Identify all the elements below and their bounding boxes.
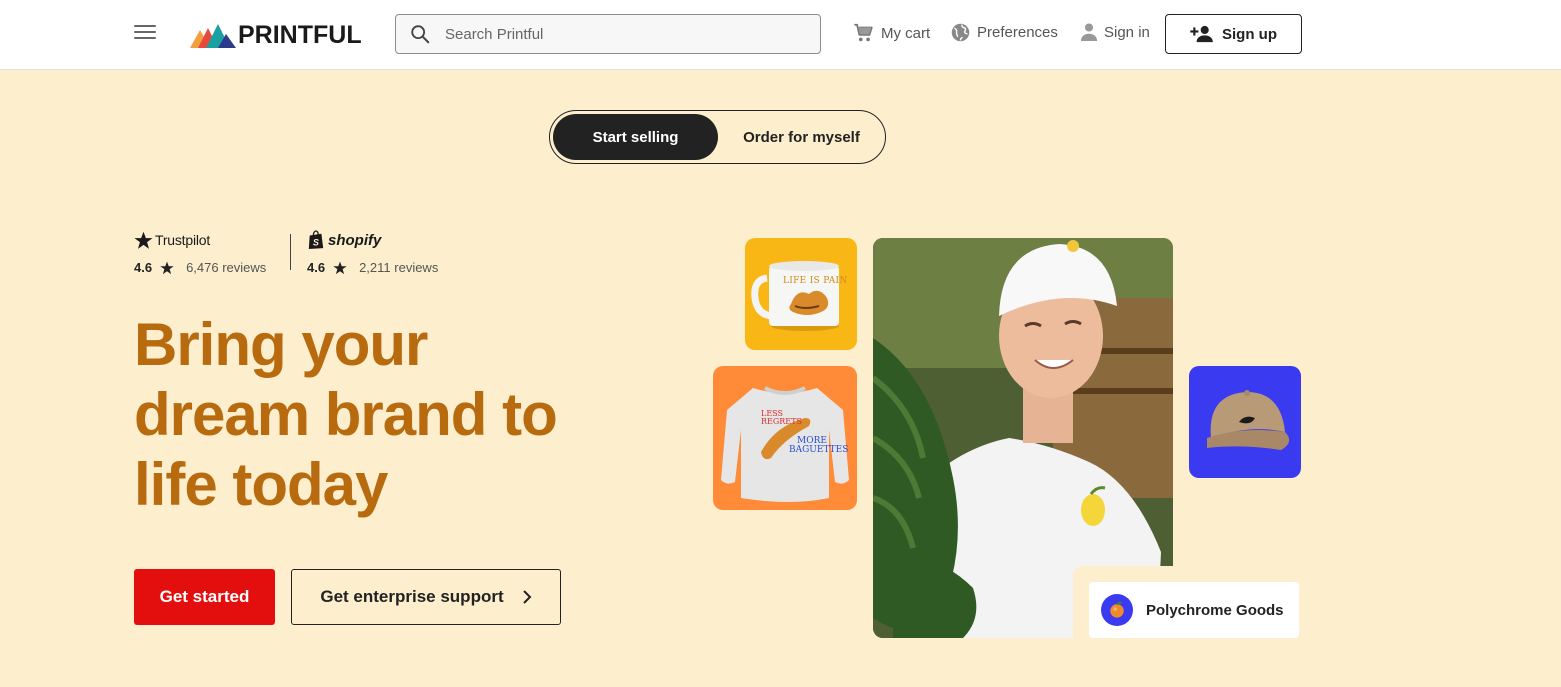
search-bar[interactable] — [395, 14, 821, 54]
mug-illustration — [751, 261, 839, 331]
star-icon — [333, 261, 347, 275]
headline-line: Bring your — [134, 311, 428, 378]
shopify-bag-icon: S — [308, 230, 324, 249]
sweatshirt-text-bottom: MORE BAGUETTES — [789, 436, 849, 455]
add-person-icon — [1190, 25, 1213, 43]
trustpilot-label: Trustpilot — [155, 232, 211, 248]
svg-text:S: S — [313, 237, 319, 247]
get-started-button[interactable]: Get started — [134, 569, 275, 625]
brand-name: Polychrome Goods — [1146, 601, 1284, 619]
person-icon — [1080, 23, 1098, 41]
star-icon — [160, 261, 174, 275]
shopify-score-row: 4.6 2,211 reviews — [307, 260, 438, 275]
signin-link[interactable]: Sign in — [1080, 22, 1150, 42]
logo-mark-icon — [190, 24, 236, 48]
enterprise-support-button[interactable]: Get enterprise support — [291, 569, 561, 625]
audience-toggle: Start selling Order for myself — [549, 110, 886, 164]
trustpilot-brand: Trustpilot — [134, 229, 266, 251]
headline-line: dream brand to — [134, 381, 558, 448]
review-divider — [290, 234, 291, 270]
menu-icon[interactable] — [134, 25, 156, 43]
cap-illustration — [1207, 390, 1290, 450]
shopify-label: shopify — [328, 231, 382, 249]
globe-icon — [951, 23, 970, 42]
printful-logo[interactable]: PRINTFUL — [190, 20, 362, 50]
logo-text: PRINTFUL — [238, 20, 362, 49]
trustpilot-score: 4.6 — [134, 260, 153, 275]
trustpilot-rating[interactable]: Trustpilot 4.6 6,476 reviews — [134, 229, 266, 275]
sweatshirt-product-image[interactable]: LESS REGRETS MORE BAGUETTES — [713, 366, 857, 510]
brand-card[interactable]: Polychrome Goods — [1089, 582, 1299, 638]
cart-link[interactable]: My cart — [852, 22, 930, 44]
shopify-rating[interactable]: S shopify 4.6 2,211 reviews — [307, 229, 438, 275]
cart-icon — [854, 23, 873, 42]
mug-print-text: LIFE IS PAIN — [783, 276, 848, 286]
hero-headline: Bring your dream brand to life today — [134, 310, 654, 520]
chevron-right-icon — [522, 590, 532, 604]
preferences-label: Preferences — [977, 24, 1058, 41]
enterprise-support-label: Get enterprise support — [320, 587, 504, 606]
cap-product-image[interactable] — [1189, 366, 1301, 478]
signup-label: Sign up — [1222, 25, 1277, 43]
cart-label: My cart — [881, 24, 931, 42]
start-selling-option[interactable]: Start selling — [553, 114, 718, 160]
order-for-myself-option[interactable]: Order for myself — [720, 114, 883, 160]
search-icon — [411, 25, 430, 44]
headline-line: life today — [134, 451, 388, 518]
trustpilot-review-count: 6,476 reviews — [186, 260, 267, 275]
search-input[interactable] — [445, 25, 785, 43]
trustpilot-star-icon — [134, 231, 153, 249]
shopify-review-count: 2,211 reviews — [359, 260, 439, 275]
shopify-score: 4.6 — [307, 260, 326, 275]
signin-label: Sign in — [1104, 23, 1150, 41]
mug-product-image[interactable]: LIFE IS PAIN — [745, 238, 857, 350]
trustpilot-score-row: 4.6 6,476 reviews — [134, 260, 266, 275]
shopify-brand: S shopify — [307, 229, 438, 251]
preferences-link[interactable]: Preferences — [950, 22, 1058, 43]
site-header: PRINTFUL My cart Preferences Sign in — [0, 0, 1561, 70]
signup-button[interactable]: Sign up — [1165, 14, 1302, 54]
orange-icon — [1101, 594, 1133, 626]
sweatshirt-illustration — [721, 386, 849, 502]
sweatshirt-text-top: LESS REGRETS — [761, 409, 802, 426]
